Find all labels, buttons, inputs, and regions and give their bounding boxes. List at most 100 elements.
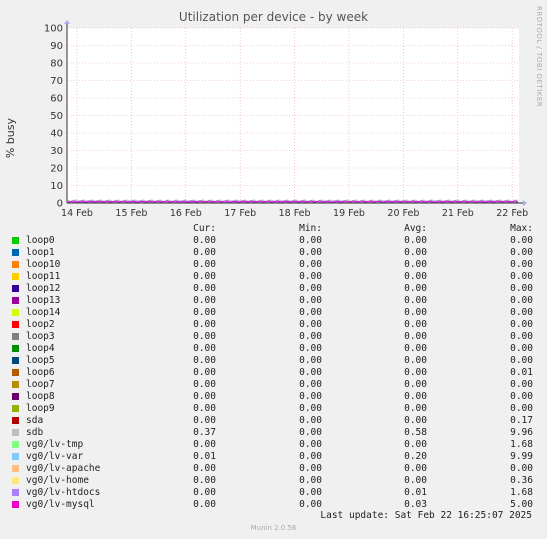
legend-avg: 0.00: [404, 415, 427, 426]
legend-row: vg0/lv-tmp 0.00 0.00 0.00 1.68: [12, 439, 538, 451]
legend-max: 0.00: [510, 379, 533, 390]
legend-swatch: [12, 429, 19, 436]
legend-cur: 0.00: [193, 319, 216, 330]
legend-max: 0.00: [510, 259, 533, 270]
legend-min: 0.00: [299, 247, 322, 258]
utilization-chart: 010203040506070809010014 Feb 15 Feb 16 Feb…: [44, 20, 528, 219]
legend-cur: 0.00: [193, 343, 216, 354]
legend-swatch: [12, 261, 19, 268]
legend-series-name: loop8: [26, 391, 55, 402]
legend-max: 0.17: [510, 415, 533, 426]
legend-avg: 0.58: [404, 427, 427, 438]
legend-min: 0.00: [299, 343, 322, 354]
legend-max: 0.00: [510, 295, 533, 306]
legend-row: vg0/lv-home 0.00 0.00 0.00 0.36: [12, 475, 538, 487]
legend-min: 0.00: [299, 475, 322, 486]
legend-row: loop4 0.00 0.00 0.00 0.00: [12, 343, 538, 355]
legend-row: loop6 0.00 0.00 0.00 0.01: [12, 367, 538, 379]
legend-row: loop1 0.00 0.00 0.00 0.00: [12, 247, 538, 259]
legend-max: 0.00: [510, 463, 533, 474]
legend-swatch: [12, 465, 19, 472]
legend-max: 0.00: [510, 355, 533, 366]
legend-cur: 0.00: [193, 295, 216, 306]
legend-min: 0.00: [299, 463, 322, 474]
legend-series-name: sda: [26, 415, 44, 426]
legend-cur: 0.00: [193, 355, 216, 366]
legend-series-name: loop10: [26, 259, 61, 270]
legend-series-name: vg0/lv-htdocs: [26, 487, 101, 498]
legend-avg: 0.00: [404, 391, 427, 402]
legend-cur: 0.00: [193, 379, 216, 390]
legend-cur: 0.00: [193, 415, 216, 426]
x-tick-label: 15 Feb: [115, 208, 147, 219]
legend-cur: 0.00: [193, 247, 216, 258]
legend-series-name: loop6: [26, 367, 55, 378]
y-axis-arrow: [64, 20, 70, 24]
y-tick-label: 30: [50, 146, 63, 157]
legend-min: 0.00: [299, 403, 322, 414]
y-tick-label: 50: [50, 111, 63, 122]
x-tick-label: 18 Feb: [279, 208, 311, 219]
y-tick-label: 100: [44, 24, 63, 35]
legend-swatch: [12, 297, 19, 304]
x-tick-label: 21 Feb: [442, 208, 474, 219]
legend-series-name: vg0/lv-home: [26, 475, 89, 486]
legend-min: 0.00: [299, 283, 322, 294]
legend-row: loop12 0.00 0.00 0.00 0.00: [12, 283, 538, 295]
legend-cur: 0.00: [193, 235, 216, 246]
legend-swatch: [12, 273, 19, 280]
legend-max: 0.00: [510, 235, 533, 246]
legend-min: 0.00: [299, 451, 322, 462]
legend-row: loop3 0.00 0.00 0.00 0.00: [12, 331, 538, 343]
y-tick-label: 90: [50, 41, 63, 52]
legend-min: 0.00: [299, 331, 322, 342]
legend-min: 0.00: [299, 235, 322, 246]
legend-min: 0.00: [299, 355, 322, 366]
legend-swatch: [12, 477, 19, 484]
x-tick-label: 20 Feb: [387, 208, 419, 219]
legend-row: loop14 0.00 0.00 0.00 0.00: [12, 307, 538, 319]
legend-series-name: loop5: [26, 355, 55, 366]
y-tick-label: 10: [50, 181, 63, 192]
legend-cur: 0.00: [193, 403, 216, 414]
x-tick-label: 17 Feb: [224, 208, 256, 219]
legend-table: Cur: Min: Avg: Max: loop0 0.00 0.00 0.00 0.0…: [12, 223, 538, 511]
legend-swatch: [12, 441, 19, 448]
legend-max: 0.00: [510, 307, 533, 318]
y-tick-label: 60: [50, 94, 63, 105]
legend-swatch: [12, 393, 19, 400]
legend-min: 0.00: [299, 499, 322, 510]
legend-swatch: [12, 321, 19, 328]
legend-max: 9.99: [510, 451, 533, 462]
legend-max: 0.00: [510, 247, 533, 258]
legend-max: 0.01: [510, 367, 533, 378]
legend-max: 0.00: [510, 403, 533, 414]
legend-min: 0.00: [299, 379, 322, 390]
x-tick-label: 16 Feb: [170, 208, 202, 219]
legend-min: 0.00: [299, 487, 322, 498]
legend-series-name: loop4: [26, 343, 55, 354]
legend-swatch: [12, 333, 19, 340]
legend-min: 0.00: [299, 367, 322, 378]
legend-avg: 0.00: [404, 475, 427, 486]
legend-avg: 0.00: [404, 271, 427, 282]
legend-avg: 0.00: [404, 283, 427, 294]
legend-series-name: loop0: [26, 235, 55, 246]
legend-cur: 0.00: [193, 283, 216, 294]
legend-series-name: vg0/lv-var: [26, 451, 84, 462]
legend-cur: 0.00: [193, 271, 216, 282]
legend-avg: 0.00: [404, 319, 427, 330]
legend-max: 1.68: [510, 439, 533, 450]
legend-row: loop7 0.00 0.00 0.00 0.00: [12, 379, 538, 391]
x-tick-label: 19 Feb: [333, 208, 365, 219]
legend-swatch: [12, 489, 19, 496]
legend-swatch: [12, 405, 19, 412]
legend-swatch: [12, 501, 19, 508]
legend-avg: 0.00: [404, 403, 427, 414]
legend-min: 0.00: [299, 391, 322, 402]
legend-header-row: Cur: Min: Avg: Max:: [12, 223, 538, 235]
legend-min: 0.00: [299, 427, 322, 438]
legend-swatch: [12, 417, 19, 424]
legend-row: sda 0.00 0.00 0.00 0.17: [12, 415, 538, 427]
legend-max: 0.00: [510, 271, 533, 282]
